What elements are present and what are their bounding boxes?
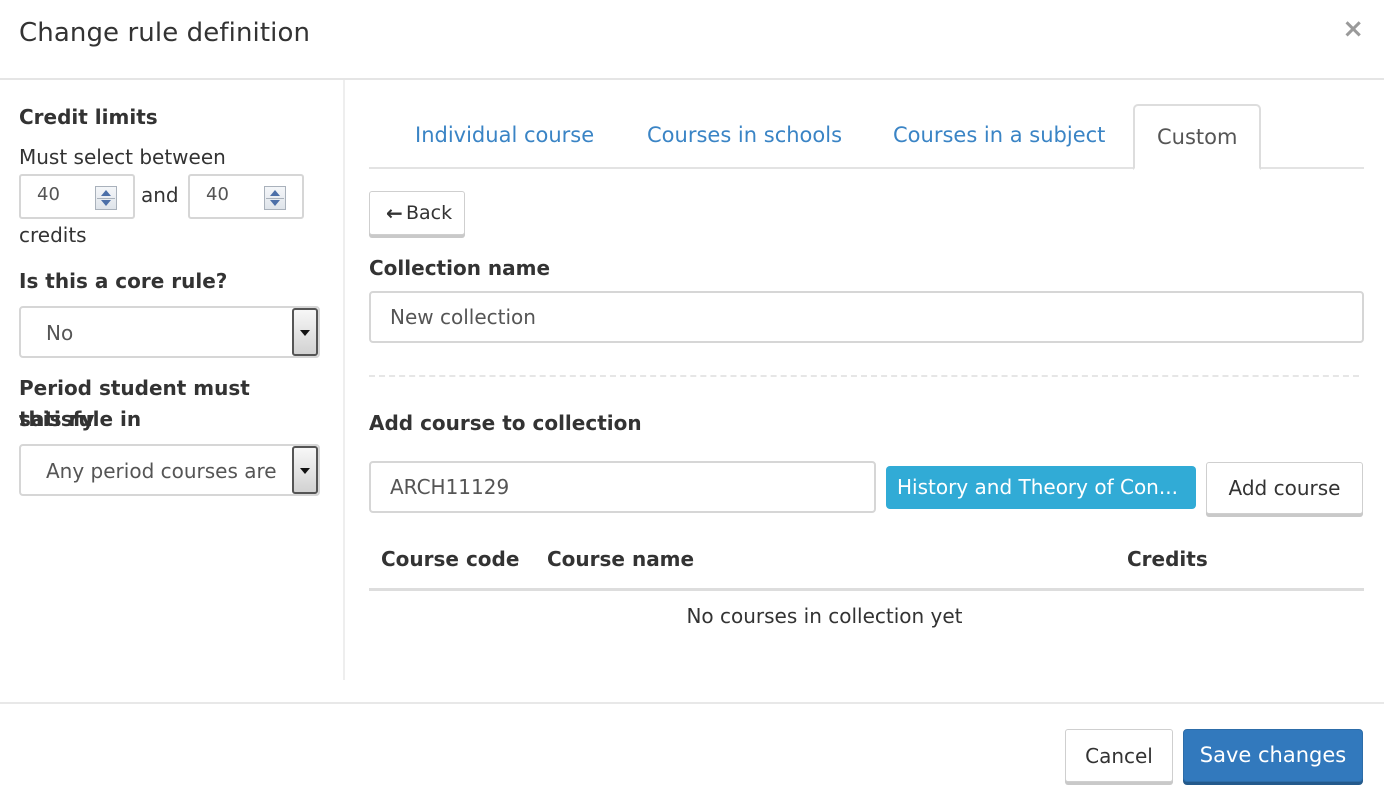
collection-name-value: New collection <box>390 305 536 329</box>
spinner-divider <box>97 198 115 199</box>
add-course-button[interactable]: Add course <box>1206 462 1363 514</box>
max-credits-input[interactable]: 40 <box>188 174 304 219</box>
collection-name-input[interactable]: New collection <box>369 291 1364 343</box>
period-label-line2: this rule in <box>19 407 142 431</box>
collection-name-label: Collection name <box>369 256 551 280</box>
spin-up-icon[interactable] <box>101 190 111 196</box>
column-credits: Credits <box>1127 547 1208 571</box>
core-rule-selected: No <box>46 321 74 345</box>
min-credits-value: 40 <box>37 184 60 205</box>
credit-limits-label: Credit limits <box>19 105 158 129</box>
spin-down-icon[interactable] <box>101 200 111 206</box>
credits-text: credits <box>19 223 87 247</box>
column-course-name: Course name <box>547 547 695 571</box>
spinner-divider <box>266 198 284 199</box>
add-course-label: Add course to collection <box>369 411 642 435</box>
course-selection-panel: Individual course Courses in schools Cou… <box>369 80 1364 680</box>
core-rule-label: Is this a core rule? <box>19 269 228 293</box>
course-code-value: ARCH11129 <box>390 475 510 499</box>
spin-down-icon[interactable] <box>270 200 280 206</box>
tab-bar: Individual course Courses in schools Cou… <box>369 104 1364 170</box>
max-credits-spinner[interactable] <box>264 186 286 210</box>
course-suggestion-chip[interactable]: History and Theory of Con... <box>886 466 1196 509</box>
chevron-down-icon <box>300 468 310 474</box>
close-icon[interactable]: × <box>1342 14 1364 44</box>
arrow-left-icon: ← <box>386 201 403 225</box>
modal-header: Change rule definition × <box>0 0 1384 80</box>
rule-settings-panel: Credit limits Must select between 40 and… <box>0 80 345 680</box>
tab-individual-course[interactable]: Individual course <box>415 104 594 169</box>
tab-custom[interactable]: Custom <box>1133 104 1262 170</box>
save-changes-button[interactable]: Save changes <box>1183 729 1363 782</box>
must-select-between-text: Must select between <box>19 145 226 169</box>
and-text: and <box>141 183 179 207</box>
modal-footer: Cancel Save changes <box>0 702 1384 800</box>
back-label: Back <box>406 202 453 224</box>
max-credits-value: 40 <box>206 184 229 205</box>
tab-courses-in-a-subject[interactable]: Courses in a subject <box>893 104 1105 169</box>
min-credits-spinner[interactable] <box>95 186 117 210</box>
period-select[interactable]: Any period courses are <box>19 444 320 496</box>
course-code-input[interactable]: ARCH11129 <box>369 461 876 513</box>
modal-title: Change rule definition <box>19 18 311 48</box>
back-button[interactable]: ← Back <box>369 191 465 235</box>
empty-table-message: No courses in collection yet <box>686 604 963 628</box>
dropdown-button[interactable] <box>292 446 318 494</box>
chevron-down-icon <box>300 330 310 336</box>
change-rule-modal: Change rule definition × Credit limits M… <box>0 0 1384 800</box>
dropdown-button[interactable] <box>292 308 318 356</box>
min-credits-input[interactable]: 40 <box>19 174 135 219</box>
tab-courses-in-schools[interactable]: Courses in schools <box>647 104 842 169</box>
spin-up-icon[interactable] <box>270 190 280 196</box>
cancel-button[interactable]: Cancel <box>1065 729 1173 782</box>
column-course-code: Course code <box>381 547 520 571</box>
section-divider <box>369 375 1359 377</box>
period-selected: Any period courses are <box>46 459 276 483</box>
collection-table-header: Course code Course name Credits <box>369 535 1364 591</box>
core-rule-select[interactable]: No <box>19 306 320 358</box>
